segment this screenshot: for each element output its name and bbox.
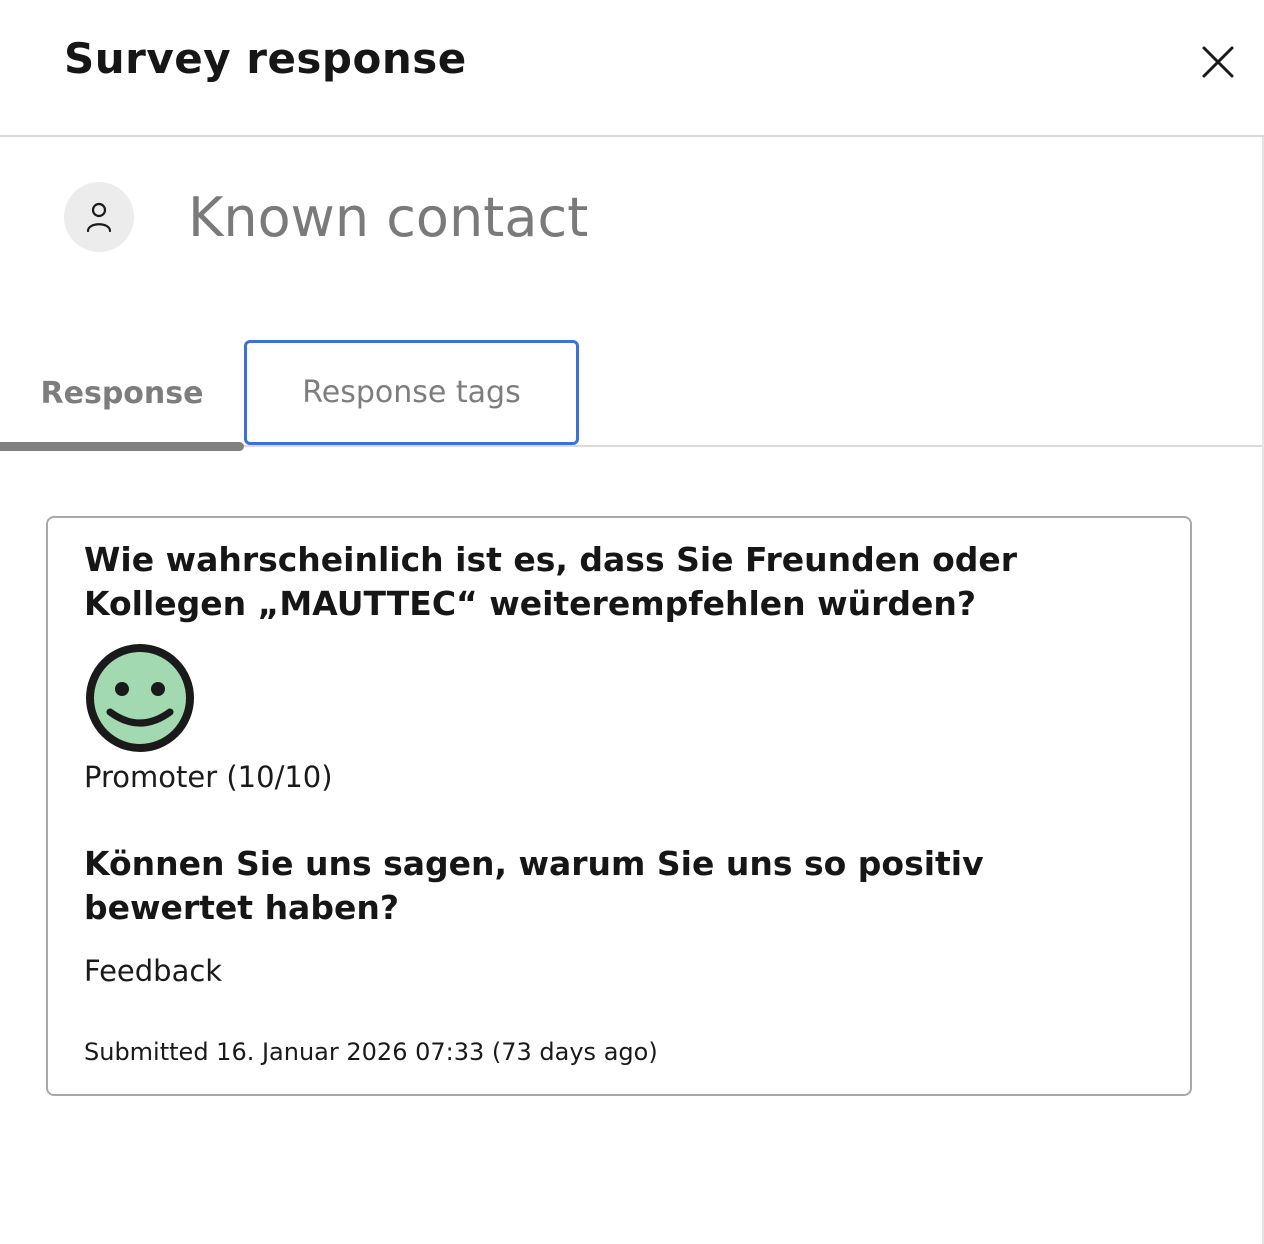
close-button[interactable] <box>1196 40 1240 84</box>
panel-header: Survey response <box>0 0 1264 137</box>
question-reason: Können Sie uns sagen, warum Sie uns so p… <box>84 844 984 927</box>
tab-response[interactable]: Response <box>0 340 244 451</box>
page-title: Survey response <box>64 34 467 83</box>
active-tab-indicator <box>0 442 244 451</box>
contact-name: Known contact <box>188 186 589 249</box>
tab-response-tags[interactable]: Response tags <box>244 340 579 445</box>
submitted-timestamp: Submitted 16. Januar 2026 07:33 (73 days… <box>84 1038 658 1066</box>
rating-label: Promoter (10/10) <box>84 760 333 794</box>
survey-response-panel: Survey response Known contact Response R… <box>0 0 1264 1244</box>
tab-response-tags-label: Response tags <box>302 375 521 410</box>
tab-bar: Response Response tags <box>0 340 1262 452</box>
response-card: Wie wahrscheinlich ist es, dass Sie Freu… <box>46 516 1192 1096</box>
answer-text: Feedback <box>84 954 223 988</box>
person-icon <box>86 202 112 233</box>
close-icon <box>1202 46 1234 78</box>
avatar <box>64 182 134 252</box>
tab-response-label: Response <box>40 375 204 411</box>
question-nps: Wie wahrscheinlich ist es, dass Sie Freu… <box>84 540 1018 623</box>
smiley-face-icon <box>86 644 194 752</box>
